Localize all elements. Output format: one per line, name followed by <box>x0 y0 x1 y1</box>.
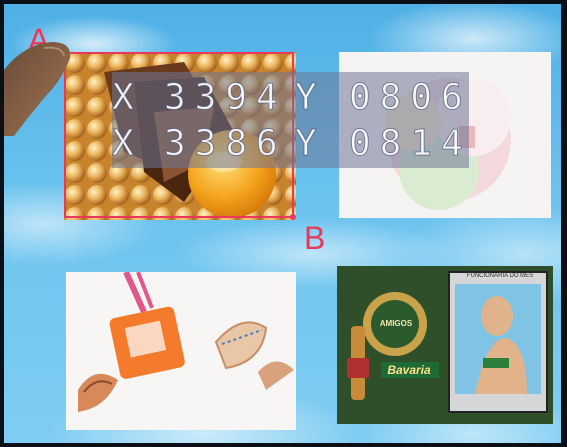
x-value: 3394 <box>164 77 287 119</box>
x-label: X <box>112 77 135 119</box>
y-value: 0814 <box>349 123 472 165</box>
x-label: X <box>112 123 135 165</box>
y-label: Y <box>295 77 318 119</box>
beer-ad-brand: Bavaria <box>387 363 431 377</box>
touchscreen-display[interactable]: FUNCIONARIA DO MÊS AMIGOS Bavaria A B X … <box>4 4 561 443</box>
y-label: Y <box>295 123 318 165</box>
coordinate-row: X 3394 Y 0806 <box>112 76 469 120</box>
thumbnail-beer-advertisement[interactable]: FUNCIONARIA DO MÊS AMIGOS Bavaria <box>337 266 553 424</box>
coordinate-readout-panel: X 3394 Y 0806 X 3386 Y 0814 <box>112 72 469 168</box>
marker-b-label: B <box>304 220 326 256</box>
y-value: 0806 <box>349 77 472 119</box>
selection-corner-handle[interactable] <box>290 214 296 220</box>
coordinate-row: X 3386 Y 0814 <box>112 122 469 166</box>
thumbnail-pencil-sharpener[interactable] <box>66 272 296 430</box>
x-value: 3386 <box>164 123 287 165</box>
finger-touch-icon <box>4 42 71 136</box>
beer-ad-sub: AMIGOS <box>379 319 413 328</box>
beer-ad-header: FUNCIONARIA DO MÊS <box>466 273 534 279</box>
